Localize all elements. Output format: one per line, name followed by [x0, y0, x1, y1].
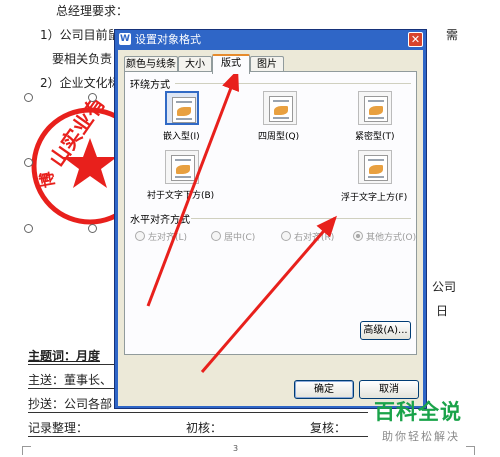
align-section-label: 水平对齐方式 [130, 215, 190, 226]
align-right-radio[interactable]: 右对齐(R) [281, 230, 334, 243]
tab-picture[interactable]: 图片 [250, 56, 284, 72]
inline-wrap-icon [172, 97, 196, 123]
radio-dot [211, 231, 221, 241]
wrap-inline-option[interactable] [165, 91, 199, 125]
behind-text-icon [171, 155, 195, 181]
resize-handle-top-left[interactable] [24, 93, 33, 102]
square-wrap-icon [269, 96, 293, 122]
align-right-label: 右对齐(R) [294, 233, 335, 243]
tab-colors-lines[interactable]: 颜色与线条 [124, 56, 178, 72]
align-other-label: 其他方式(O) [366, 233, 417, 243]
app-icon: W [119, 33, 131, 45]
dialog-body: 颜色与线条 大小 版式 图片 环绕方式 嵌入型(I) 四周型(Q) 紧密型(T) [118, 50, 423, 406]
doc-item-1: 1）公司目前鼠 [40, 28, 120, 42]
doc-keywords: 主题词：月度 [28, 349, 101, 363]
wrap-behind-label: 衬于文字下方(B) [147, 191, 215, 201]
radio-dot-selected [353, 231, 363, 241]
watermark-title: 百科全说 [374, 400, 462, 424]
wrap-square-label: 四周型(Q) [258, 132, 300, 142]
layout-panel: 环绕方式 嵌入型(I) 四周型(Q) 紧密型(T) 衬于文字下方(B) 浮于文字… [124, 71, 417, 355]
align-center-label: 居中(C) [224, 233, 256, 243]
align-center-radio[interactable]: 居中(C) [211, 230, 255, 243]
ok-button[interactable]: 确定 [294, 380, 354, 399]
resize-handle-left[interactable] [24, 158, 33, 167]
doc-recheck: 复核： [310, 421, 347, 435]
doc-divider-2 [28, 388, 114, 389]
resize-handle-top[interactable] [88, 93, 97, 102]
align-section-line [191, 218, 411, 219]
in-front-text-icon [364, 155, 388, 181]
resize-handle-bottom-left[interactable] [24, 224, 33, 233]
doc-send-to: 主送：董事长、 [28, 373, 113, 387]
align-other-radio[interactable]: 其他方式(O) [353, 230, 416, 243]
doc-right-text-2: 日 [436, 304, 449, 318]
format-object-dialog: W 设置对象格式 ✕ 颜色与线条 大小 版式 图片 环绕方式 嵌入型(I) 四周… [114, 29, 427, 409]
doc-record: 记录整理： [28, 421, 89, 435]
tight-wrap-icon [364, 96, 388, 122]
doc-item-1-right: 需 [446, 28, 459, 42]
close-button[interactable]: ✕ [408, 32, 423, 47]
wrap-behind-option[interactable] [165, 150, 199, 184]
radio-dot [135, 231, 145, 241]
wrap-in-front-label: 浮于文字上方(F) [341, 193, 408, 203]
watermark: 百科全说 助你轻松解决 [372, 396, 500, 457]
doc-divider-3 [28, 412, 368, 413]
tab-size[interactable]: 大小 [178, 56, 212, 72]
doc-right-text-1: 公司 [432, 280, 457, 294]
doc-first-check: 初核： [186, 421, 223, 435]
align-left-label: 左对齐(L) [148, 233, 188, 243]
watermark-subtitle: 助你轻松解决 [382, 430, 460, 443]
align-left-radio[interactable]: 左对齐(L) [135, 230, 187, 243]
doc-item-2: 2）企业文化标 [40, 76, 120, 90]
wrap-tight-option[interactable] [358, 91, 392, 125]
page-corner-left [22, 446, 31, 455]
wrap-inline-label: 嵌入型(I) [163, 132, 200, 142]
wrap-square-option[interactable] [263, 91, 297, 125]
dialog-title-bar[interactable]: W 设置对象格式 ✕ [115, 30, 426, 49]
tab-layout[interactable]: 版式 [212, 54, 250, 74]
resize-handle-bottom[interactable] [88, 224, 97, 233]
wrap-in-front-option[interactable] [358, 150, 392, 184]
doc-divider-1 [28, 364, 114, 365]
radio-dot [281, 231, 291, 241]
page-number: 3 [233, 444, 239, 453]
wrap-tight-label: 紧密型(T) [355, 132, 395, 142]
dialog-title: 设置对象格式 [135, 33, 201, 46]
wrap-section-line [175, 83, 411, 84]
wrap-section-label: 环绕方式 [130, 80, 170, 91]
advanced-button[interactable]: 高级(A)... [360, 321, 411, 340]
doc-heading: 总经理要求： [56, 4, 129, 18]
doc-item-1b: 要相关负责 [52, 52, 113, 66]
doc-cc: 抄送：公司各部 [28, 397, 113, 411]
doc-divider-4 [28, 436, 368, 437]
